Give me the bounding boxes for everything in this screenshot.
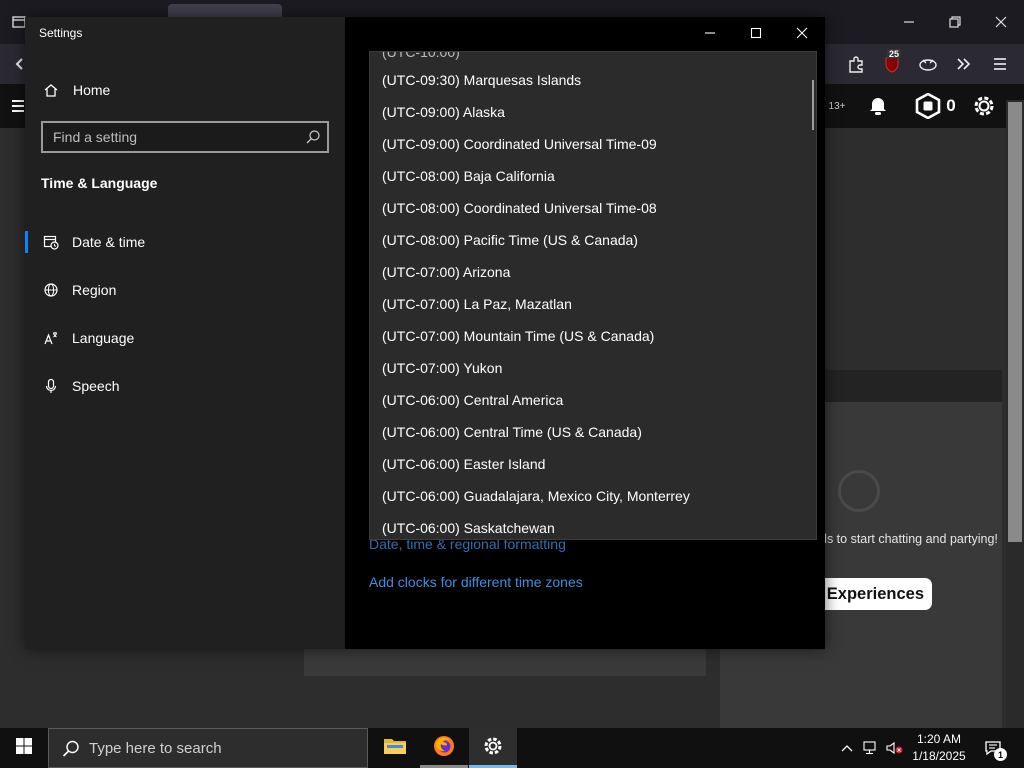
browser-menu-icon[interactable] xyxy=(986,50,1014,78)
microphone-icon xyxy=(41,376,61,396)
list-item[interactable]: (UTC-07:00) Mountain Time (US & Canada) xyxy=(370,320,816,352)
age-rating-badge: 13+ xyxy=(828,100,846,112)
browser-restore-icon[interactable] xyxy=(940,8,970,36)
clock-date: 1/18/2025 xyxy=(912,749,966,763)
browser-minimize-icon[interactable] xyxy=(894,8,924,36)
list-item[interactable]: (UTC-09:00) Alaska xyxy=(370,96,816,128)
sidebar-item-label: Language xyxy=(72,330,135,346)
chat-empty-hint: ds to start chatting and partying! xyxy=(820,532,998,546)
settings-window-title: Settings xyxy=(39,26,83,40)
show-hidden-icons-chevron-up-icon[interactable] xyxy=(838,736,856,760)
list-item[interactable]: (UTC-06:00) Central Time (US & Canada) xyxy=(370,416,816,448)
list-item[interactable]: (UTC-06:00) Central America xyxy=(370,384,816,416)
settings-close-icon[interactable] xyxy=(779,17,825,49)
settings-section-title: Time & Language xyxy=(41,175,158,191)
volume-muted-icon[interactable] xyxy=(884,736,906,760)
page-scrollbar-thumb[interactable] xyxy=(1008,102,1022,542)
site-settings-gear-icon[interactable] xyxy=(968,90,1000,122)
network-icon[interactable] xyxy=(860,736,882,760)
settings-minimize-icon[interactable] xyxy=(687,17,733,49)
sidebar-item-home[interactable]: Home xyxy=(25,72,345,108)
search-icon[interactable] xyxy=(305,129,321,145)
extensions-puzzle-icon[interactable] xyxy=(842,50,870,78)
taskbar-clock[interactable]: 1:20 AM 1/18/2025 xyxy=(906,731,972,765)
list-item[interactable]: (UTC-08:00) Coordinated Universal Time-0… xyxy=(370,192,816,224)
find-setting-input[interactable] xyxy=(43,123,303,151)
list-item[interactable]: (UTC-06:00) Easter Island xyxy=(370,448,816,480)
sidebar-item-label: Speech xyxy=(72,378,120,394)
taskbar-search-placeholder: Type here to search xyxy=(89,739,222,757)
sidebar-item-region[interactable]: Region xyxy=(25,272,345,308)
roblox-extension-icon[interactable] xyxy=(914,50,942,78)
calendar-clock-icon xyxy=(41,232,61,252)
chat-empty-avatar-icon xyxy=(838,470,880,512)
sidebar-item-label: Home xyxy=(73,82,111,98)
list-item[interactable]: (UTC-06:00) Guadalajara, Mexico City, Mo… xyxy=(370,480,816,512)
sidebar-item-label: Region xyxy=(72,282,117,298)
taskbar-search-box[interactable]: Type here to search xyxy=(48,728,368,768)
extension-count-badge: 25 xyxy=(887,49,902,59)
firefox-icon xyxy=(432,734,456,763)
settings-sidebar: Settings Home Time & Language Date & tim… xyxy=(25,17,345,649)
taskbar-file-explorer[interactable] xyxy=(371,728,419,768)
sidebar-item-date-time[interactable]: Date & time xyxy=(25,224,345,260)
start-button[interactable] xyxy=(0,728,48,768)
sidebar-item-language[interactable]: Language xyxy=(25,320,345,356)
overflow-chevrons-icon[interactable] xyxy=(950,50,978,78)
list-item[interactable]: (UTC-07:00) La Paz, Mazatlan xyxy=(370,288,816,320)
list-item[interactable]: (UTC-06:00) Saskatchewan xyxy=(370,512,816,539)
robux-count: 0 xyxy=(946,96,956,115)
notifications-bell-icon[interactable] xyxy=(862,90,894,122)
settings-maximize-icon[interactable] xyxy=(733,17,779,49)
taskbar-firefox[interactable] xyxy=(420,728,468,768)
globe-icon xyxy=(41,280,61,300)
timezone-dropdown-list[interactable]: (UTC-10:00) (UTC-09:30) Marquesas Island… xyxy=(369,51,817,540)
add-clocks-link[interactable]: Add clocks for different time zones xyxy=(369,574,583,590)
windows-logo-icon xyxy=(15,737,33,760)
list-item[interactable]: (UTC-07:00) Yukon xyxy=(370,352,816,384)
list-item[interactable]: (UTC-08:00) Baja California xyxy=(370,160,816,192)
sidebar-item-label: Date & time xyxy=(72,234,146,250)
folder-icon xyxy=(383,736,407,761)
language-icon xyxy=(41,328,61,348)
list-item[interactable]: (UTC-08:00) Pacific Time (US & Canada) xyxy=(370,224,816,256)
find-setting-search-box[interactable] xyxy=(41,121,329,153)
home-icon xyxy=(41,80,61,100)
list-item[interactable]: (UTC-09:00) Coordinated Universal Time-0… xyxy=(370,128,816,160)
browser-close-icon[interactable] xyxy=(986,8,1016,36)
timezone-list-scrollbar[interactable] xyxy=(812,80,814,130)
sidebar-item-speech[interactable]: Speech xyxy=(25,368,345,404)
notification-count-badge: 1 xyxy=(994,748,1007,761)
taskbar-settings[interactable] xyxy=(469,728,517,768)
clock-time: 1:20 AM xyxy=(916,732,962,746)
robux-icon[interactable] xyxy=(912,90,944,122)
search-icon xyxy=(61,739,81,759)
list-item[interactable]: (UTC-07:00) Arizona xyxy=(370,256,816,288)
gear-icon xyxy=(482,735,504,762)
list-item[interactable]: (UTC-09:30) Marquesas Islands xyxy=(370,64,816,96)
